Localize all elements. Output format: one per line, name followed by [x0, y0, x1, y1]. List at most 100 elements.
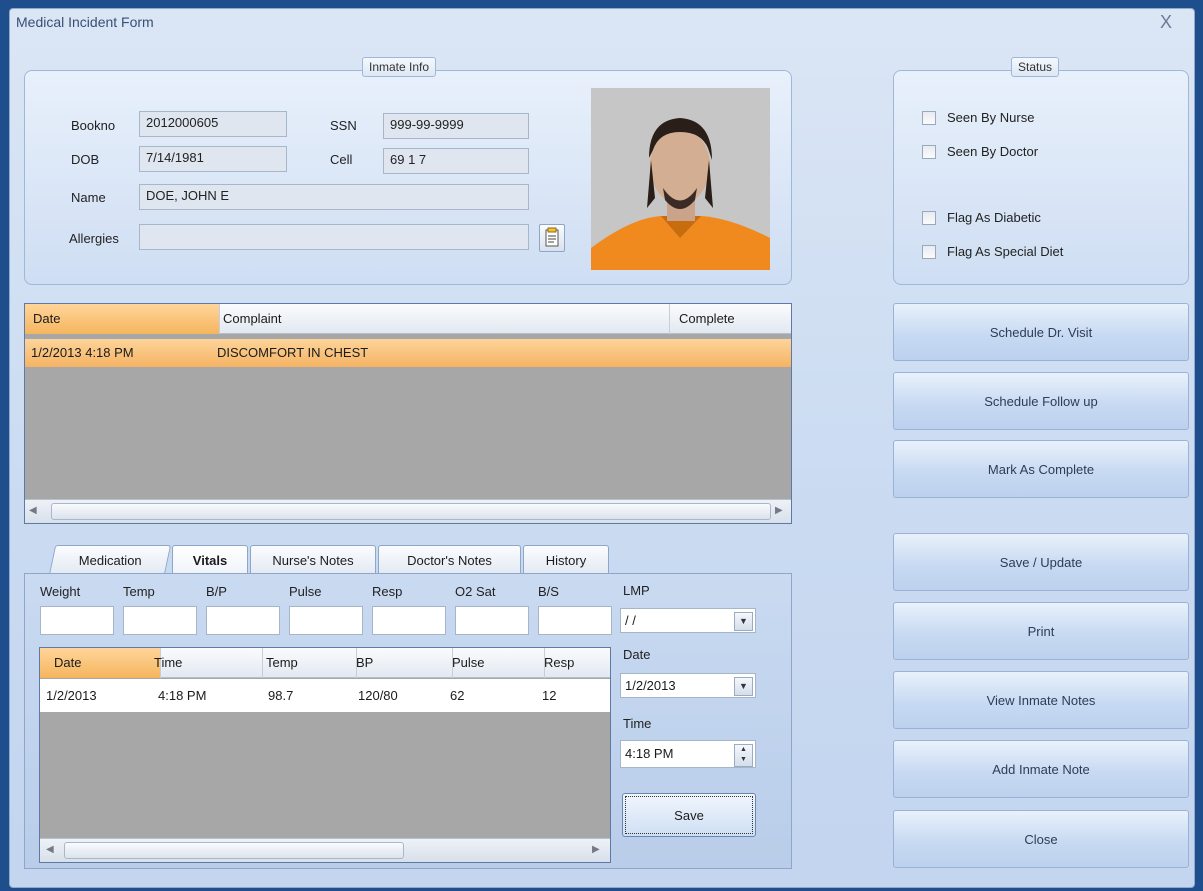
pulse-input[interactable]	[289, 606, 363, 635]
incident-date-cell: 1/2/2013 4:18 PM	[31, 345, 134, 360]
tab-nurses-notes[interactable]: Nurse's Notes	[250, 545, 376, 575]
date-value: 1/2/2013	[625, 678, 676, 693]
save-update-button[interactable]: Save / Update	[893, 533, 1189, 591]
bs-label: B/S	[538, 584, 559, 599]
vitals-horizontal-scrollbar[interactable]: ◀ ▶	[40, 838, 610, 862]
bookno-label: Bookno	[71, 118, 116, 133]
scroll-thumb[interactable]	[64, 842, 404, 859]
schedule-follow-up-button[interactable]: Schedule Follow up	[893, 372, 1189, 430]
lmp-date-picker[interactable]: / / ▼	[620, 608, 756, 633]
column-header-complaint[interactable]: Complaint	[211, 304, 670, 334]
time-value: 4:18 PM	[625, 746, 674, 761]
vitals-temp-cell: 98.7	[268, 688, 294, 703]
tab-medication-label: Medication	[78, 553, 142, 568]
status-legend: Status	[1011, 57, 1060, 77]
column-header-date[interactable]: Date	[25, 304, 220, 334]
name-field[interactable]: DOE, JOHN E	[139, 184, 529, 210]
flag-special-diet-label: Flag As Special Diet	[947, 244, 1064, 259]
bp-input[interactable]	[206, 606, 280, 635]
column-header-date[interactable]: Date	[40, 648, 161, 678]
allergies-edit-button[interactable]	[539, 224, 565, 252]
close-icon[interactable]: X	[1160, 12, 1172, 33]
column-header-pulse[interactable]: Pulse	[440, 648, 545, 678]
dob-label: DOB	[71, 152, 100, 167]
schedule-dr-visit-button[interactable]: Schedule Dr. Visit	[893, 303, 1189, 361]
date-label: Date	[623, 647, 651, 662]
lmp-label: LMP	[623, 583, 650, 598]
o2-sat-input[interactable]	[455, 606, 529, 635]
arrow-left-icon[interactable]: ◀	[29, 505, 37, 516]
spinner-icon[interactable]: ▲ ▼	[734, 744, 753, 767]
incident-grid-header: Date Complaint Complete	[25, 304, 791, 334]
mark-complete-button[interactable]: Mark As Complete	[893, 440, 1189, 498]
vitals-grid: Date Time Temp BP Pulse Resp 1/2/2013 4:…	[39, 647, 611, 863]
weight-input[interactable]	[40, 606, 114, 635]
seen-by-doctor-checkbox[interactable]	[922, 145, 936, 159]
flag-special-diet-checkbox[interactable]	[922, 245, 936, 259]
vitals-date-cell: 1/2/2013	[46, 688, 97, 703]
bs-input[interactable]	[538, 606, 612, 635]
arrow-right-icon[interactable]: ▶	[592, 844, 600, 855]
name-label: Name	[71, 190, 106, 205]
incident-complete-cell	[657, 339, 797, 367]
scroll-thumb[interactable]	[51, 503, 771, 520]
resp-label: Resp	[372, 584, 403, 599]
lmp-value: / /	[625, 613, 636, 628]
close-button[interactable]: Close	[893, 810, 1189, 868]
add-inmate-note-button[interactable]: Add Inmate Note	[893, 740, 1189, 798]
bp-label: B/P	[206, 584, 227, 599]
table-row[interactable]: 1/2/2013 4:18 PM DISCOMFORT IN CHEST	[25, 339, 791, 367]
window-title: Medical Incident Form	[16, 14, 154, 30]
vitals-grid-header: Date Time Temp BP Pulse Resp	[40, 648, 610, 678]
pulse-label: Pulse	[289, 584, 322, 599]
o2-sat-label: O2 Sat	[455, 584, 496, 599]
seen-by-nurse-checkbox[interactable]	[922, 111, 936, 125]
cell-field[interactable]: 69 1 7	[383, 148, 529, 174]
ssn-label: SSN	[330, 118, 357, 133]
view-inmate-notes-button[interactable]: View Inmate Notes	[893, 671, 1189, 729]
incident-complaint-cell: DISCOMFORT IN CHEST	[217, 345, 369, 360]
flag-diabetic-checkbox[interactable]	[922, 211, 936, 225]
time-stepper[interactable]: 4:18 PM ▲ ▼	[620, 740, 756, 768]
weight-label: Weight	[40, 584, 81, 599]
column-header-time[interactable]: Time	[146, 648, 263, 678]
time-label: Time	[623, 716, 652, 731]
notepad-icon	[545, 227, 559, 247]
arrow-left-icon[interactable]: ◀	[46, 844, 54, 855]
inmate-info-legend: Inmate Info	[362, 57, 437, 77]
tab-doctors-notes[interactable]: Doctor's Notes	[378, 545, 521, 575]
temp-input[interactable]	[123, 606, 197, 635]
flag-diabetic-label: Flag As Diabetic	[947, 210, 1041, 225]
allergies-field[interactable]	[139, 224, 529, 250]
date-picker[interactable]: 1/2/2013 ▼	[620, 673, 756, 698]
arrow-right-icon[interactable]: ▶	[775, 505, 783, 516]
vitals-bp-cell: 120/80	[358, 688, 398, 703]
column-header-resp[interactable]: Resp	[532, 648, 622, 678]
tab-vitals[interactable]: Vitals	[172, 545, 248, 576]
chevron-down-icon[interactable]: ▼	[734, 677, 753, 696]
temp-label: Temp	[123, 584, 155, 599]
seen-by-nurse-label: Seen By Nurse	[947, 110, 1035, 125]
incident-horizontal-scrollbar[interactable]: ◀ ▶	[25, 499, 791, 523]
tab-medication[interactable]: Medication	[48, 545, 172, 575]
seen-by-doctor-label: Seen By Doctor	[947, 144, 1039, 159]
bookno-field[interactable]: 2012000605	[139, 111, 287, 137]
vitals-pulse-cell: 62	[450, 688, 465, 703]
cell-label: Cell	[330, 152, 353, 167]
chevron-down-icon[interactable]: ▼	[734, 612, 753, 631]
column-header-temp[interactable]: Temp	[254, 648, 357, 678]
column-header-bp[interactable]: BP	[344, 648, 453, 678]
tab-history[interactable]: History	[523, 545, 609, 575]
ssn-field[interactable]: 999-99-9999	[383, 113, 529, 139]
column-header-complete[interactable]: Complete	[657, 304, 813, 334]
incident-grid: Date Complaint Complete 1/2/2013 4:18 PM…	[24, 303, 792, 524]
inmate-photo	[591, 88, 770, 270]
dob-field[interactable]: 7/14/1981	[139, 146, 287, 172]
allergies-label: Allergies	[69, 231, 119, 246]
table-row[interactable]: 1/2/2013 4:18 PM 98.7 120/80 62 12	[40, 679, 610, 712]
print-button[interactable]: Print	[893, 602, 1189, 660]
vitals-resp-cell: 12	[542, 688, 557, 703]
resp-input[interactable]	[372, 606, 446, 635]
vitals-time-cell: 4:18 PM	[158, 688, 207, 703]
save-vitals-button[interactable]: Save	[622, 793, 756, 837]
